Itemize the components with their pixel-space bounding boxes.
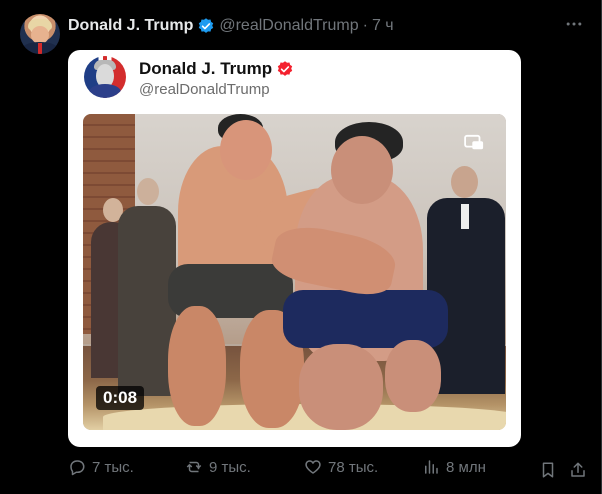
- reply-button[interactable]: 7 тыс.: [68, 458, 134, 476]
- heart-icon: [305, 460, 321, 474]
- video-player[interactable]: 0:08: [83, 114, 506, 430]
- tweet-header: Donald J. Trump @realDonaldTrump · 7 ч: [68, 16, 394, 36]
- repost-count: 9 тыс.: [209, 458, 251, 476]
- more-horizontal-icon[interactable]: [564, 14, 584, 34]
- verified-badge-icon: [199, 18, 214, 33]
- embedded-author-name-row: Donald J. Trump: [139, 59, 294, 79]
- embedded-post-card[interactable]: Donald J. Trump @realDonaldTrump 0:08: [68, 50, 521, 447]
- like-button[interactable]: 78 тыс.: [304, 458, 378, 476]
- embedded-author-name[interactable]: Donald J. Trump: [139, 59, 272, 79]
- media-gallery-icon[interactable]: [464, 134, 486, 152]
- embedded-verified-badge-icon: [277, 61, 293, 76]
- author-name[interactable]: Donald J. Trump: [68, 17, 193, 35]
- video-duration: 0:08: [96, 386, 145, 410]
- embedded-author-avatar[interactable]: [84, 56, 126, 98]
- share-icon[interactable]: [569, 461, 587, 479]
- views-button[interactable]: 8 млн: [422, 458, 486, 476]
- views-count: 8 млн: [446, 458, 486, 476]
- tweet-container[interactable]: Donald J. Trump @realDonaldTrump · 7 ч D…: [0, 0, 602, 494]
- like-count: 78 тыс.: [328, 458, 379, 476]
- author-handle[interactable]: @realDonaldTrump: [219, 17, 358, 35]
- embedded-author-handle[interactable]: @realDonaldTrump: [139, 81, 270, 98]
- repost-button[interactable]: 9 тыс.: [185, 458, 251, 476]
- reply-icon: [70, 460, 85, 476]
- views-icon: [425, 460, 438, 474]
- repost-icon: [186, 461, 202, 473]
- spectator-center-left: [118, 178, 176, 398]
- bookmark-icon[interactable]: [539, 461, 557, 479]
- tweet-time[interactable]: 7 ч: [372, 17, 394, 35]
- tweet-actions: 7 тыс. 9 тыс. 78 тыс. 8 млн: [68, 458, 588, 482]
- reply-count: 7 тыс.: [92, 458, 134, 476]
- separator-dot: ·: [362, 17, 368, 34]
- author-avatar[interactable]: [20, 14, 60, 54]
